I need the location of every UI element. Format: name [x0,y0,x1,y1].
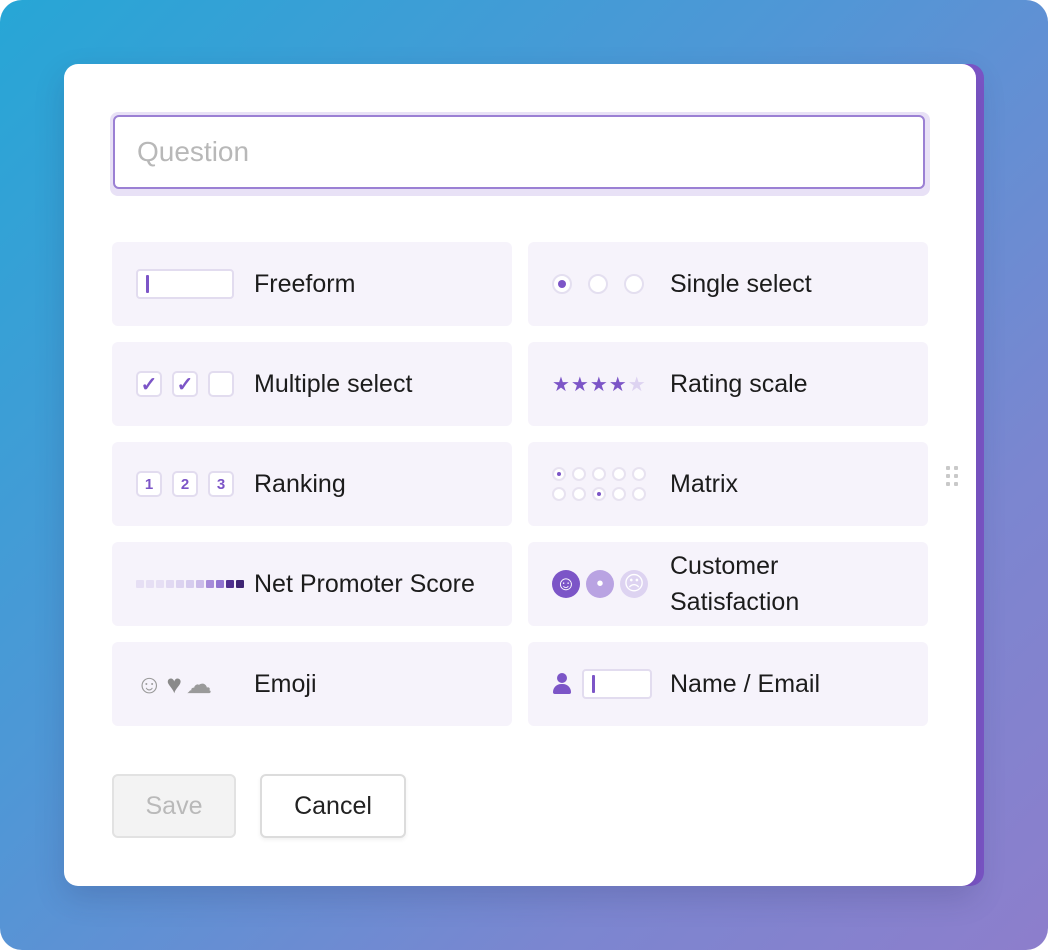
option-label: Name / Email [670,670,821,698]
drag-handle-icon[interactable] [946,466,958,486]
faces-icon: ☺ • ☹ [552,542,662,626]
option-name-email[interactable]: Name / Email [528,642,928,726]
stars-icon: ★★★★★ [552,373,647,396]
option-rating-scale[interactable]: ★★★★★ Rating scale [528,342,928,426]
question-field-wrapper [110,112,930,196]
option-label: Customer Satisfaction [670,552,800,616]
option-label: Rating scale [670,370,808,398]
person-input-icon [552,642,662,726]
option-label: Emoji [254,670,317,698]
checkboxes-icon: ✓ ✓ [136,342,246,426]
nps-scale-icon [136,542,246,626]
question-editor-card: Freeform Single select ✓✓ Multiple selec… [64,64,976,886]
option-matrix[interactable]: Matrix [528,442,928,526]
question-input[interactable] [113,115,925,189]
matrix-icon [552,442,662,526]
emoji-icon: ☺ ♥ ☁ [136,669,212,699]
radio-buttons-icon [552,242,662,326]
cancel-button[interactable]: Cancel [260,774,406,838]
option-freeform[interactable]: Freeform [112,242,512,326]
option-label: Matrix [670,470,739,498]
option-label: Multiple select [254,370,413,398]
option-label: Ranking [254,470,346,498]
text-input-icon [136,242,246,326]
option-nps[interactable]: Net Promoter Score [112,542,512,626]
option-multiple-select[interactable]: ✓ ✓ Multiple select [112,342,512,426]
option-label: Freeform [254,270,356,298]
option-single-select[interactable]: Single select [528,242,928,326]
option-label: Net Promoter Score [254,570,475,598]
option-label: Single select [670,270,812,298]
person-icon [552,673,572,695]
option-ranking[interactable]: 1 2 3 Ranking [112,442,512,526]
ranking-icon: 1 2 3 [136,442,246,526]
save-button[interactable]: Save [112,774,236,838]
option-customer-satisfaction[interactable]: ☺ • ☹ Customer Satisfaction [528,542,928,626]
option-emoji[interactable]: ☺ ♥ ☁ Emoji [112,642,512,726]
